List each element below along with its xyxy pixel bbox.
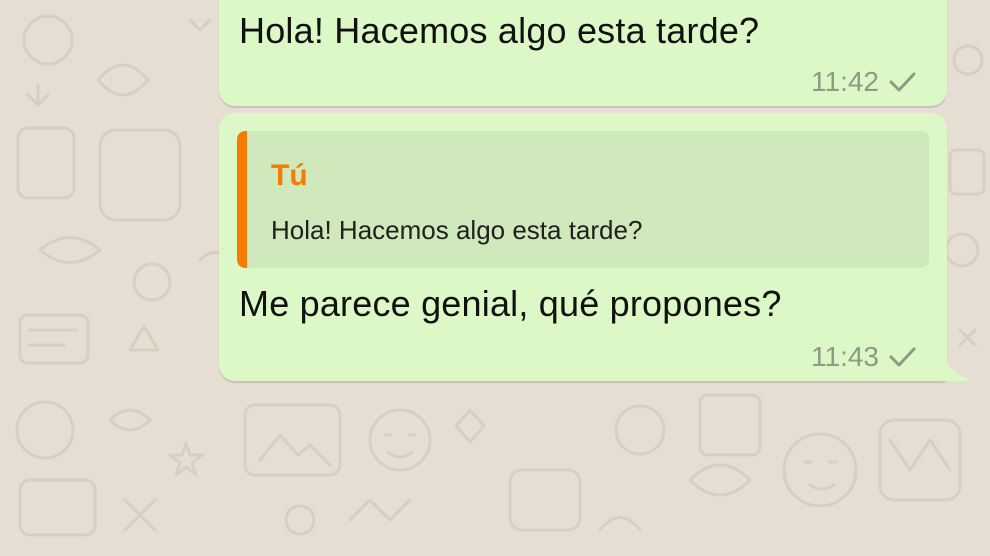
quoted-message[interactable]: Tú Hola! Hacemos algo esta tarde? [237,131,929,268]
single-check-icon [889,347,916,367]
quote-author: Tú [271,159,308,192]
bubble-tail [943,355,967,381]
single-check-icon [889,72,916,92]
quote-text: Hola! Hacemos algo esta tarde? [271,215,643,245]
message-meta: 11:43 [811,341,917,373]
message-text: Me parece genial, qué propones? [239,283,782,324]
message-text: Hola! Hacemos algo esta tarde? [239,10,760,51]
message-time: 11:42 [811,66,879,97]
message-time: 11:43 [811,341,879,372]
outgoing-message-bubble[interactable]: Hola! Hacemos algo esta tarde? 11:42 [219,0,947,106]
outgoing-reply-bubble[interactable]: Tú Hola! Hacemos algo esta tarde? Me par… [219,113,967,381]
message-meta: 11:42 [811,66,917,98]
quote-accent-bar [237,131,247,268]
